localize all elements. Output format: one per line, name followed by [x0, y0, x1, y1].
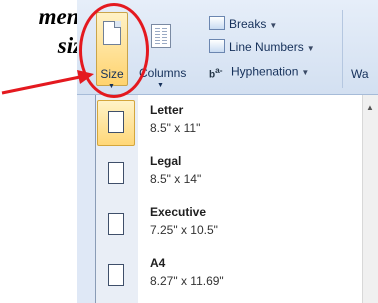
annotation-arrow — [1, 70, 94, 95]
